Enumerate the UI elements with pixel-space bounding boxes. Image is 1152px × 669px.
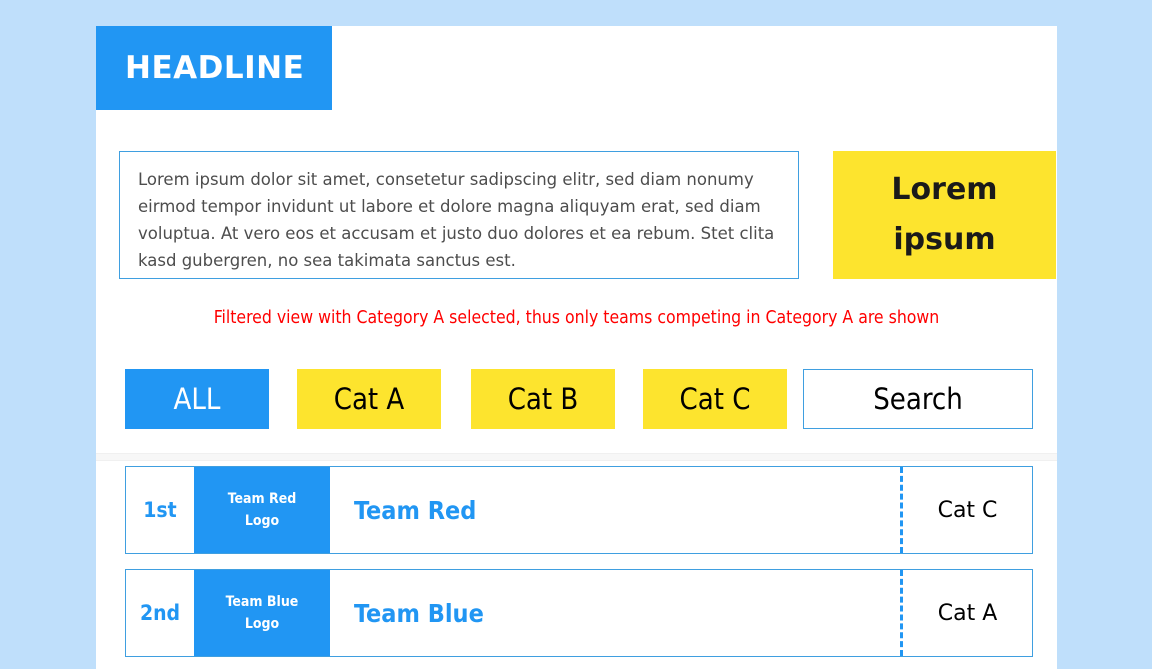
headline-block: HEADLINE bbox=[96, 26, 332, 110]
team-logo: Team Blue Logo bbox=[194, 570, 330, 656]
team-logo-line-1: Team Red bbox=[227, 491, 297, 507]
team-logo-line-2: Logo bbox=[244, 616, 280, 632]
team-rank: 1st bbox=[143, 498, 177, 522]
intro-callout-line-1: Lorem bbox=[891, 172, 998, 207]
filter-button-all[interactable]: ALL bbox=[125, 369, 269, 429]
team-logo-text: Team Blue Logo bbox=[226, 591, 299, 635]
team-logo-line-1: Team Blue bbox=[225, 594, 299, 610]
team-rank: 2nd bbox=[139, 601, 181, 625]
filter-button-cat-a[interactable]: Cat A bbox=[297, 369, 441, 429]
annotation-note: Filtered view with Category A selected, … bbox=[213, 308, 940, 328]
intro-text-box: Lorem ipsum dolor sit amet, consetetur s… bbox=[119, 151, 799, 279]
team-category: Cat A bbox=[937, 600, 998, 626]
team-category: Cat C bbox=[937, 497, 998, 523]
team-row[interactable]: 2nd Team Blue Logo Team Blue Cat A bbox=[125, 569, 1033, 657]
team-name[interactable]: Team Red bbox=[330, 467, 900, 553]
team-logo-line-2: Logo bbox=[244, 513, 280, 529]
filter-button-cat-c[interactable]: Cat C bbox=[643, 369, 787, 429]
team-logo: Team Red Logo bbox=[194, 467, 330, 553]
team-name[interactable]: Team Blue bbox=[330, 570, 900, 656]
page-card: HEADLINE Lorem ipsum dolor sit amet, con… bbox=[96, 26, 1057, 669]
intro-callout-box: Lorem ipsum bbox=[833, 151, 1056, 279]
section-divider bbox=[96, 453, 1057, 461]
team-logo-text: Team Red Logo bbox=[228, 488, 297, 532]
search-button[interactable]: Search bbox=[803, 369, 1033, 429]
intro-paragraph: Lorem ipsum dolor sit amet, consetetur s… bbox=[138, 170, 775, 270]
intro-section: Lorem ipsum dolor sit amet, consetetur s… bbox=[119, 151, 1056, 279]
page-title: HEADLINE bbox=[125, 50, 305, 86]
team-row[interactable]: 1st Team Red Logo Team Red Cat C bbox=[125, 466, 1033, 554]
filter-button-cat-b[interactable]: Cat B bbox=[471, 369, 615, 429]
intro-callout-text: Lorem ipsum bbox=[880, 165, 1010, 265]
intro-callout-line-2: ipsum bbox=[893, 222, 996, 257]
